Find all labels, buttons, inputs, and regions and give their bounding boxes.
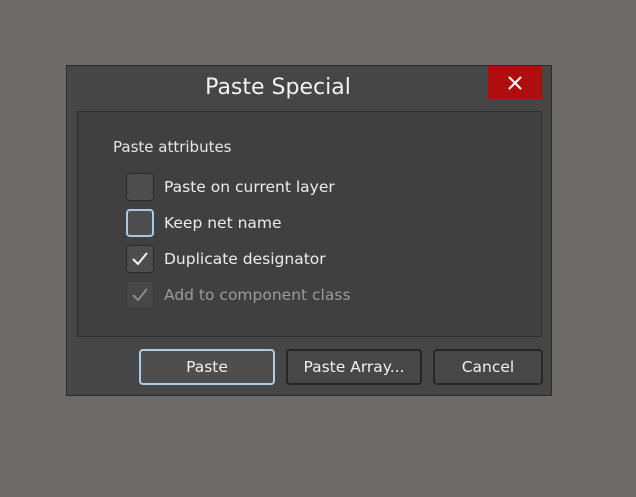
checkmark-icon <box>132 252 148 265</box>
close-button[interactable] <box>488 66 542 99</box>
paste-array-button[interactable]: Paste Array... <box>286 349 422 385</box>
option-add-to-component-class: Add to component class <box>126 280 351 310</box>
option-keep-net-name[interactable]: Keep net name <box>126 208 282 238</box>
checkbox[interactable] <box>126 173 154 201</box>
option-label: Add to component class <box>164 286 351 304</box>
option-label: Keep net name <box>164 214 282 232</box>
dialog-title: Paste Special <box>205 75 351 100</box>
checkbox[interactable] <box>126 209 154 237</box>
group-label: Paste attributes <box>113 138 232 156</box>
checkmark-icon <box>132 288 148 301</box>
paste-attributes-group: Paste attributes Paste on current layer … <box>77 111 542 337</box>
checkbox <box>126 281 154 309</box>
paste-special-dialog: Paste Special Paste attributes Paste on … <box>66 65 552 396</box>
option-duplicate-designator[interactable]: Duplicate designator <box>126 244 326 274</box>
option-paste-on-current-layer[interactable]: Paste on current layer <box>126 172 335 202</box>
checkbox[interactable] <box>126 245 154 273</box>
paste-button[interactable]: Paste <box>139 349 275 385</box>
option-label: Duplicate designator <box>164 250 326 268</box>
close-icon <box>508 76 522 89</box>
option-label: Paste on current layer <box>164 178 335 196</box>
cancel-button[interactable]: Cancel <box>433 349 543 385</box>
